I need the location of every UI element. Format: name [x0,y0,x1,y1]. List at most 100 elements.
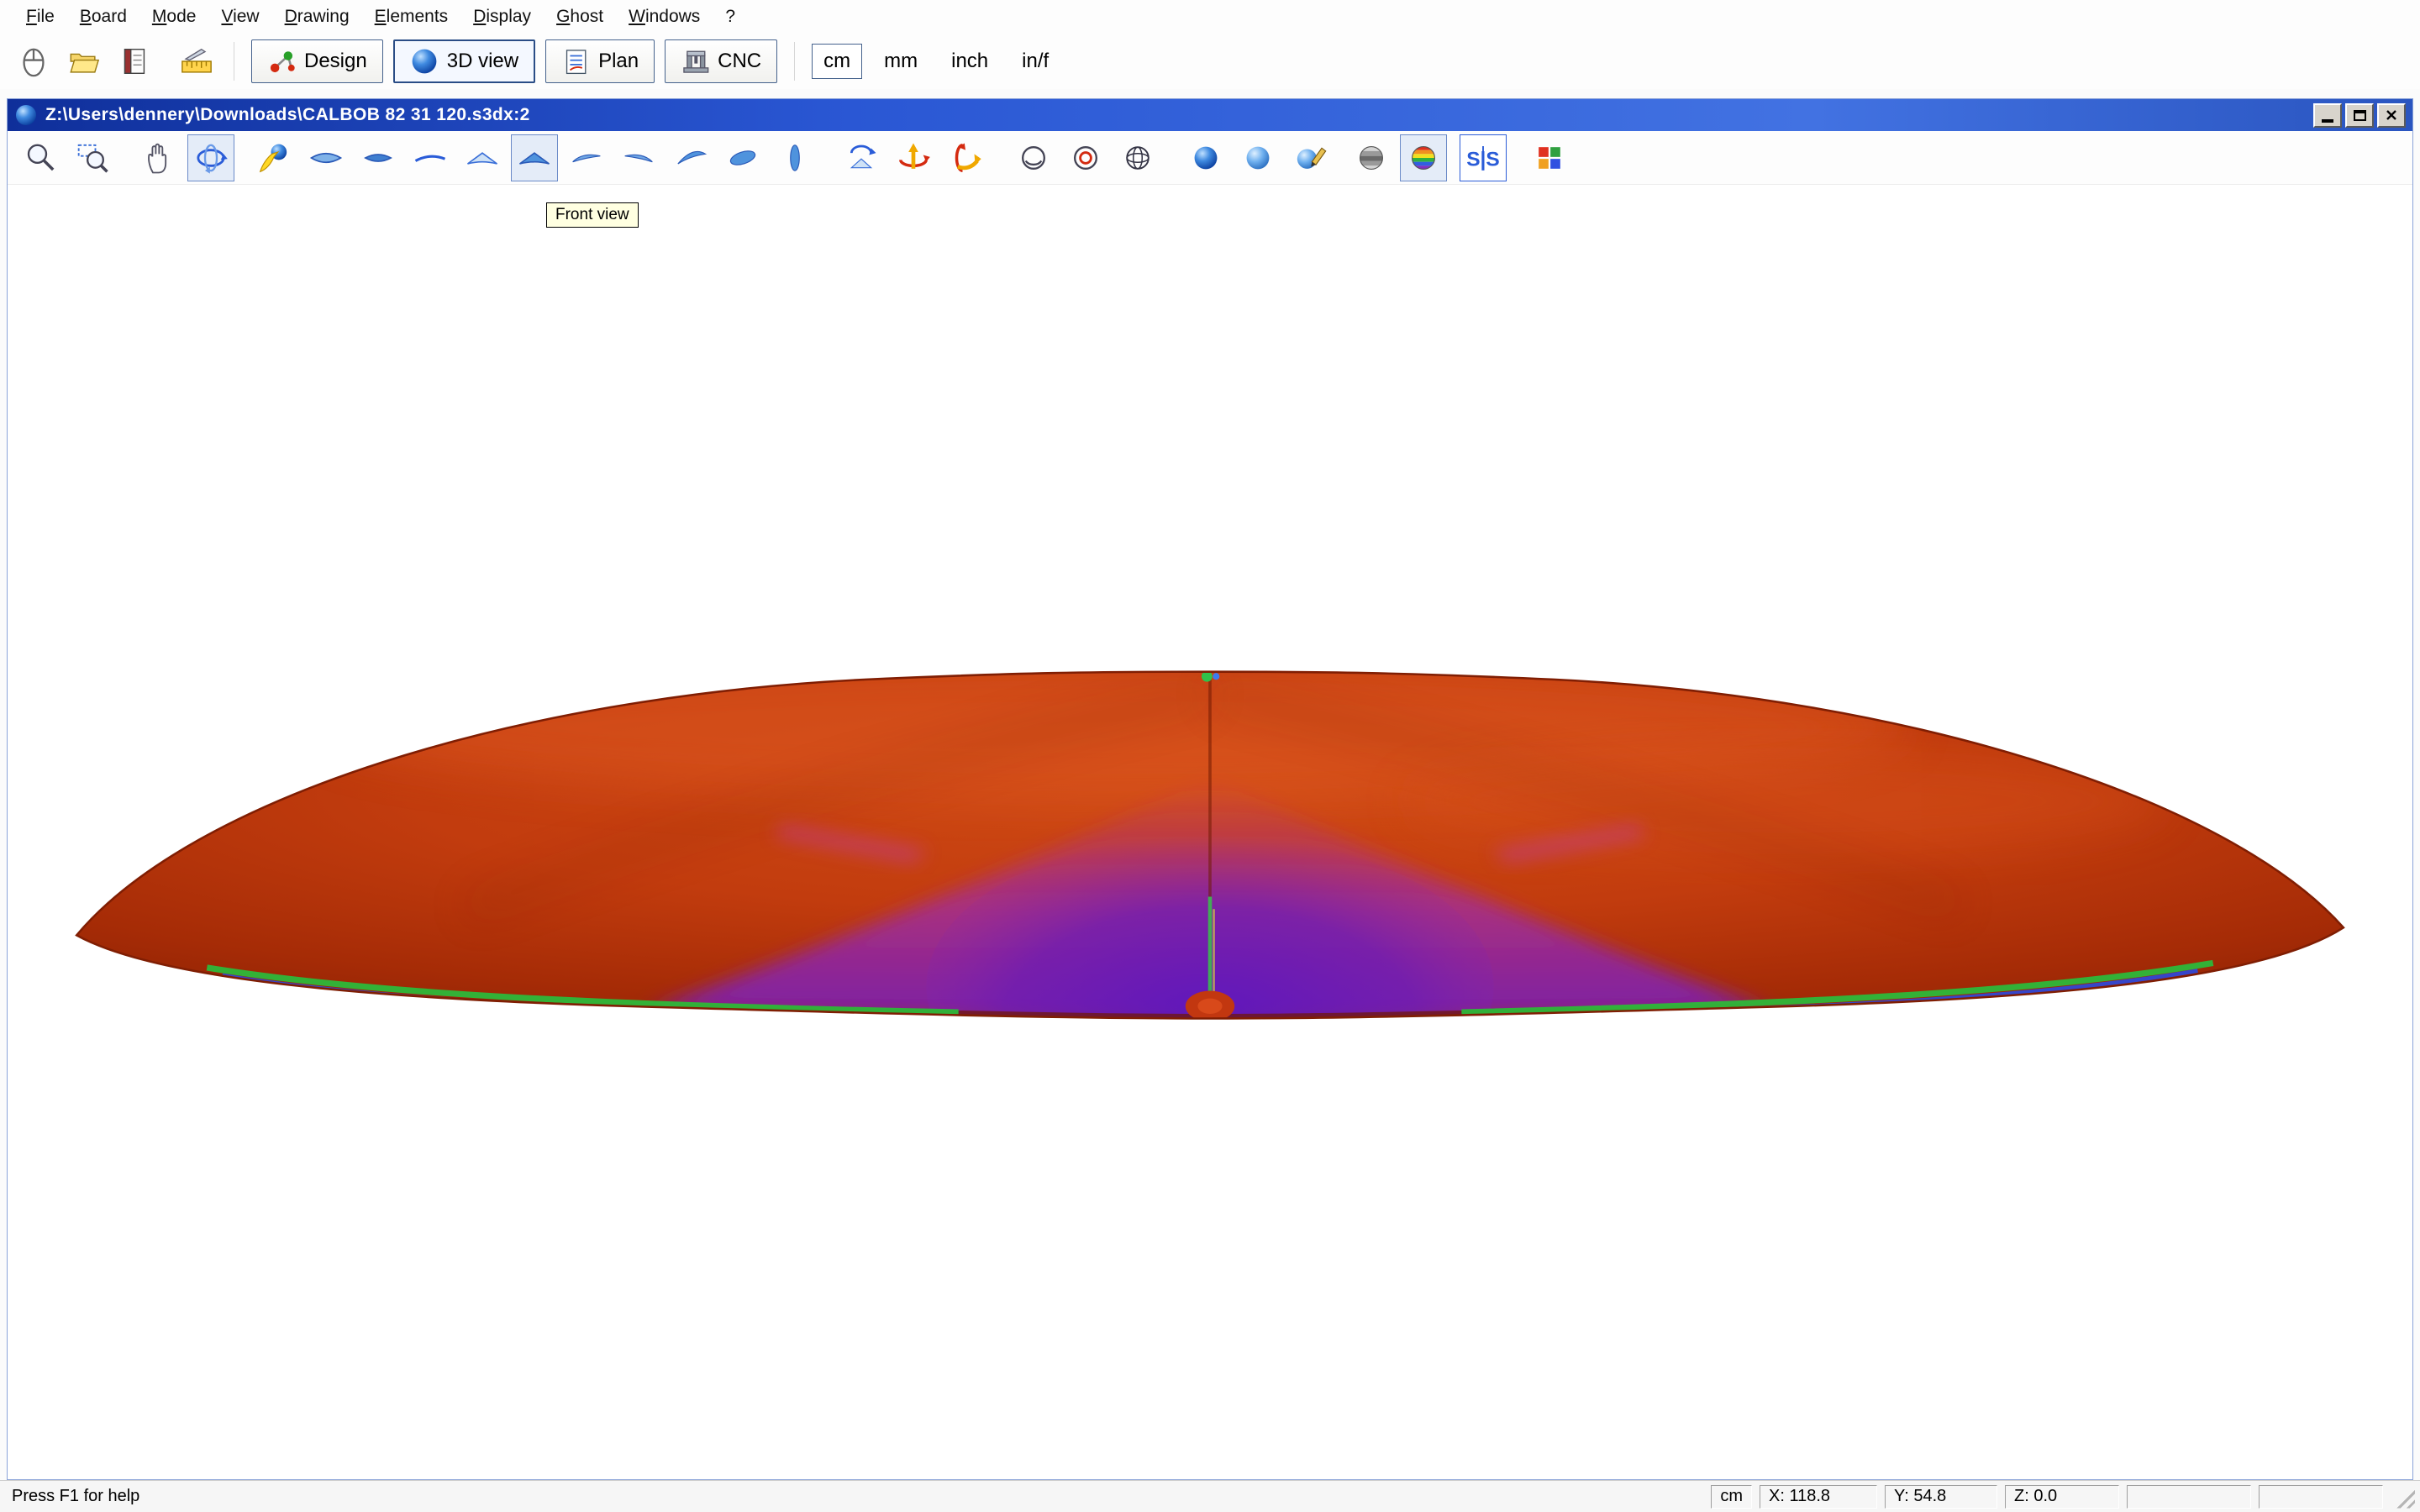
spin-horizontal-icon [896,140,931,176]
document-window: Z:\Users\dennery\Downloads\CALBOB 82 31 … [7,98,2413,1480]
view-toolbar: S|S [8,131,2412,185]
title-bar[interactable]: Z:\Users\dennery\Downloads\CALBOB 82 31 … [8,99,2412,131]
mouse-mode-button[interactable] [12,39,55,83]
stripes-color-button[interactable] [1400,134,1447,181]
perspective-top-button[interactable] [563,134,610,181]
maximize-button[interactable] [2345,103,2374,128]
open-file-icon [67,45,101,78]
board-3d-icon [256,140,292,176]
smooth-sphere-icon [1240,140,1276,176]
status-y-coordinate: Y: 54.8 [1885,1485,1997,1509]
rotate-3d-icon [193,140,229,176]
solid-sphere-icon [1188,140,1223,176]
save-notebook-button[interactable] [113,39,156,83]
menu-elements[interactable]: Elements [362,3,461,30]
side-view-button[interactable] [407,134,454,181]
resize-grip-icon[interactable] [2391,1485,2415,1509]
pan-hand-icon [141,140,176,176]
menu-drawing[interactable]: Drawing [272,3,362,30]
back-view-button[interactable] [459,134,506,181]
front-view-icon [517,140,552,176]
curvature-button[interactable]: S|S [1460,134,1507,181]
color-grid-button[interactable] [1526,134,1573,181]
plan-mode-button[interactable]: Plan [545,39,655,83]
mouse-icon [17,45,50,78]
minimize-button[interactable] [2313,103,2342,128]
sphere-icon [410,47,439,76]
menu-file[interactable]: File [13,3,67,30]
zoom-button[interactable] [17,134,64,181]
maximize-icon [2354,110,2366,121]
rotate-board-icon [844,140,879,176]
document-sphere-icon [14,103,38,127]
status-z-coordinate: Z: 0.0 [2005,1485,2119,1509]
smooth-sphere-button[interactable] [1234,134,1281,181]
menu-ghost[interactable]: Ghost [544,3,616,30]
spin-horizontal-button[interactable] [890,134,937,181]
menu-bar: File Board Mode View Drawing Elements Di… [0,0,2420,34]
close-button[interactable] [2377,103,2406,128]
wireframe-sphere-button[interactable] [1114,134,1161,181]
pan-button[interactable] [135,134,182,181]
zoom-window-button[interactable] [69,134,116,181]
status-x-coordinate: X: 118.8 [1760,1485,1877,1509]
rotate-board-button[interactable] [838,134,885,181]
shading-ring-button[interactable] [1062,134,1109,181]
plan-mode-label: Plan [598,50,639,73]
top-view-icon [308,140,344,176]
perspective-bottom-icon [621,140,656,176]
3d-view-mode-label: 3D view [447,50,518,73]
plan-document-icon [561,47,590,76]
texture-draw-button[interactable] [1286,134,1334,181]
perspective-rail-button[interactable] [719,134,766,181]
menu-help[interactable]: ? [713,3,748,30]
board-3d-button[interactable] [250,134,297,181]
zoom-icon [23,140,58,176]
texture-draw-icon [1292,140,1328,176]
perspective-bottom-button[interactable] [615,134,662,181]
menu-windows[interactable]: Windows [616,3,713,30]
spin-vertical-button[interactable] [942,134,989,181]
curvature-icon: S|S [1465,140,1501,176]
perspective-side-button[interactable] [667,134,714,181]
solid-sphere-button[interactable] [1182,134,1229,181]
shading-plain-icon [1016,140,1051,176]
stripes-gray-button[interactable] [1348,134,1395,181]
menu-display[interactable]: Display [460,3,544,30]
unit-inf-button[interactable]: in/f [1010,44,1060,79]
perspective-side-icon [673,140,708,176]
design-mode-button[interactable]: Design [251,39,383,83]
render-canvas[interactable] [8,185,2412,1479]
svg-text:S|S: S|S [1466,148,1500,171]
menu-mode[interactable]: Mode [139,3,209,30]
menu-view[interactable]: View [208,3,271,30]
bottom-view-button[interactable] [355,134,402,181]
main-toolbar: Design 3D view Plan [0,34,2420,89]
open-file-button[interactable] [62,39,106,83]
top-view-button[interactable] [302,134,350,181]
status-unit: cm [1711,1485,1752,1509]
design-molecule-icon [267,47,296,76]
shape3d-app: File Board Mode View Drawing Elements Di… [0,0,2420,1512]
measure-button[interactable] [175,39,218,83]
board-3d-render [8,185,2412,1479]
shading-plain-button[interactable] [1010,134,1057,181]
measure-icon [180,45,213,78]
cnc-mode-button[interactable]: CNC [665,39,777,83]
bottom-view-icon [360,140,396,176]
perspective-top-icon [569,140,604,176]
rotate-3d-button[interactable] [187,134,234,181]
status-help-text: Press F1 for help [5,1487,1703,1506]
unit-inch-button[interactable]: inch [939,44,1000,79]
status-empty-cell [2259,1485,2383,1509]
profile-view-button[interactable] [771,134,818,181]
menu-board[interactable]: Board [67,3,139,30]
front-view-button[interactable] [511,134,558,181]
back-view-icon [465,140,500,176]
window-title: Z:\Users\dennery\Downloads\CALBOB 82 31 … [45,105,2310,125]
design-mode-label: Design [304,50,367,73]
3d-view-mode-button[interactable]: 3D view [393,39,535,83]
zoom-window-icon [75,140,110,176]
unit-mm-button[interactable]: mm [872,44,929,79]
unit-cm-button[interactable]: cm [812,44,862,79]
